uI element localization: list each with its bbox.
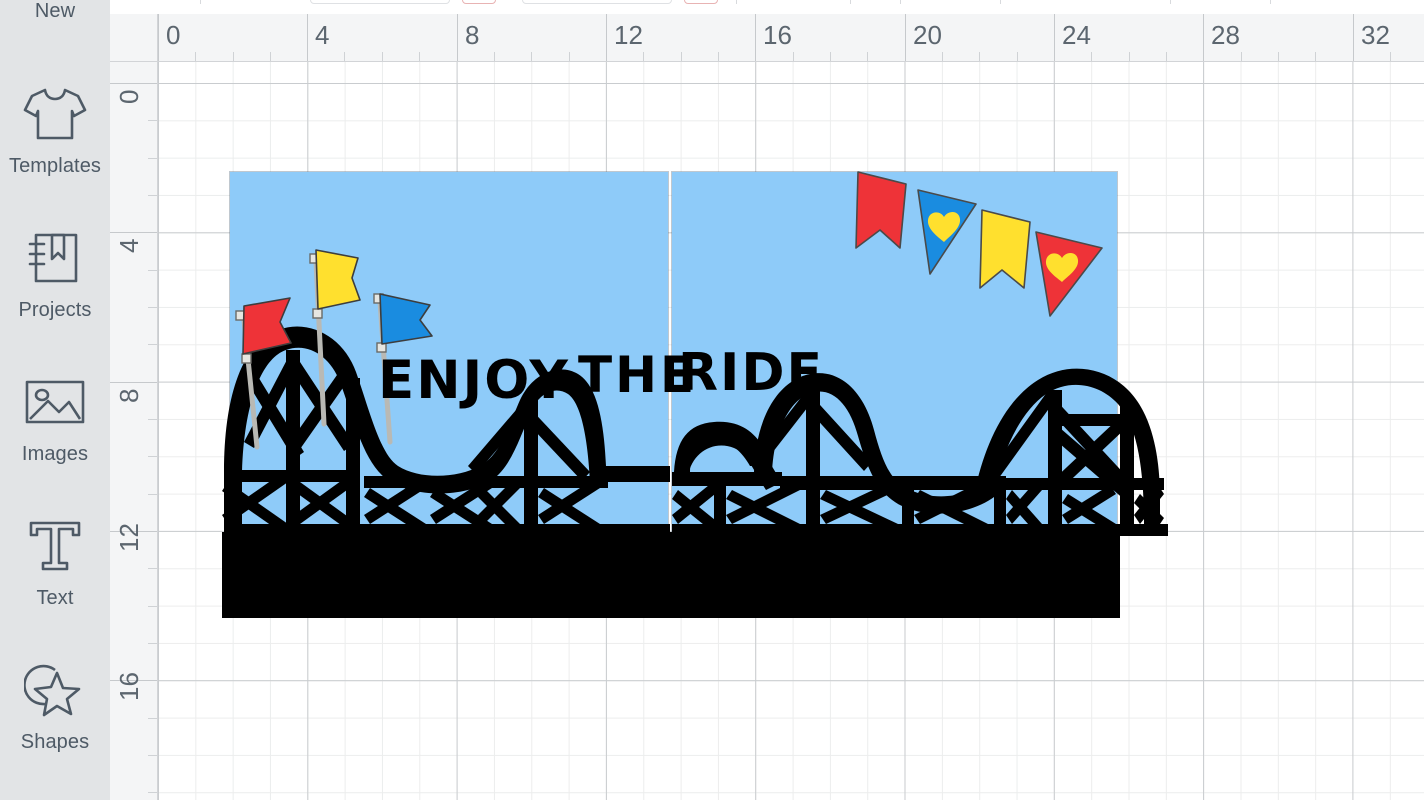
ruler-corner (110, 14, 158, 62)
ruler-h-label: 12 (614, 20, 643, 50)
font-family-dropdown[interactable] (310, 0, 450, 4)
sidebar-item-label-text: Text (36, 587, 74, 609)
toolbar-separator (1270, 0, 1271, 4)
toolbar-separator (900, 0, 901, 4)
font-style-dropdown[interactable] (522, 0, 672, 4)
design-canvas[interactable]: ENJOY THE RIDE (158, 62, 1424, 800)
sidebar-item-shapes[interactable]: Shapes (0, 651, 110, 795)
text-word-ride: RIDE (678, 343, 824, 403)
ruler-v-label: 16 (114, 672, 144, 701)
ruler-h-label: 4 (315, 20, 330, 50)
sidebar-item-label-images: Images (21, 443, 89, 465)
bunting-blue-triangle[interactable] (917, 189, 977, 275)
ruler-v-label: 12 (114, 523, 144, 552)
bunting-red-swallowtail[interactable] (855, 171, 907, 249)
ruler-v-label: 0 (114, 89, 144, 104)
bunting-red-triangle[interactable] (1035, 231, 1103, 317)
ruler-h-label: 32 (1361, 20, 1390, 50)
tshirt-icon (20, 75, 90, 153)
toolbar-separator (1170, 0, 1171, 4)
ruler-h-label: 16 (763, 20, 792, 50)
toolbar-separator (1000, 0, 1001, 4)
vertical-ruler[interactable]: 0 4 8 12 16 (110, 62, 158, 800)
ruler-v-label: 8 (114, 388, 144, 403)
design-space-window: New Templates Projects Images Text Shape… (0, 0, 1424, 800)
sidebar-item-label-templates: Templates (8, 155, 102, 177)
letter-space-stepper[interactable] (684, 0, 718, 4)
ruler-h-label: 20 (913, 20, 942, 50)
ruler-v-label: 4 (114, 238, 144, 253)
sidebar-item-label-shapes: Shapes (20, 731, 90, 753)
ruler-h-label: 28 (1211, 20, 1240, 50)
sidebar-item-label-projects: Projects (18, 299, 92, 321)
notebook-bookmark-icon (20, 219, 90, 297)
design-artwork[interactable]: ENJOY THE RIDE (158, 62, 1424, 800)
base-bar (222, 532, 1120, 618)
text-edit-toolbar (110, 0, 1424, 14)
text-enjoy-the-ride: ENJOY THE RIDE (378, 343, 824, 411)
sidebar-item-templates[interactable]: Templates (0, 75, 110, 219)
font-size-stepper[interactable] (462, 0, 496, 4)
left-sidebar: New Templates Projects Images Text Shape… (0, 0, 110, 800)
horizontal-ruler[interactable]: 0 4 8 12 16 20 24 28 32 (158, 14, 1424, 62)
text-t-icon (20, 507, 90, 585)
toolbar-separator (736, 0, 737, 4)
ruler-h-label: 0 (166, 20, 181, 50)
sidebar-item-images[interactable]: Images (0, 363, 110, 507)
bunting-yellow-swallowtail[interactable] (979, 209, 1031, 289)
toolbar-separator (850, 0, 851, 4)
circle-star-icon (20, 651, 90, 729)
ruler-h-label: 24 (1062, 20, 1091, 50)
picture-icon (20, 363, 90, 441)
toolbar-separator (200, 0, 201, 4)
sidebar-item-text[interactable]: Text (0, 507, 110, 651)
text-word-enjoy: ENJOY (378, 350, 570, 411)
ruler-h-label: 8 (465, 20, 480, 50)
sidebar-item-projects[interactable]: Projects (0, 219, 110, 363)
sidebar-item-label-new: New (34, 0, 76, 22)
sidebar-item-new[interactable]: New (0, 0, 110, 64)
